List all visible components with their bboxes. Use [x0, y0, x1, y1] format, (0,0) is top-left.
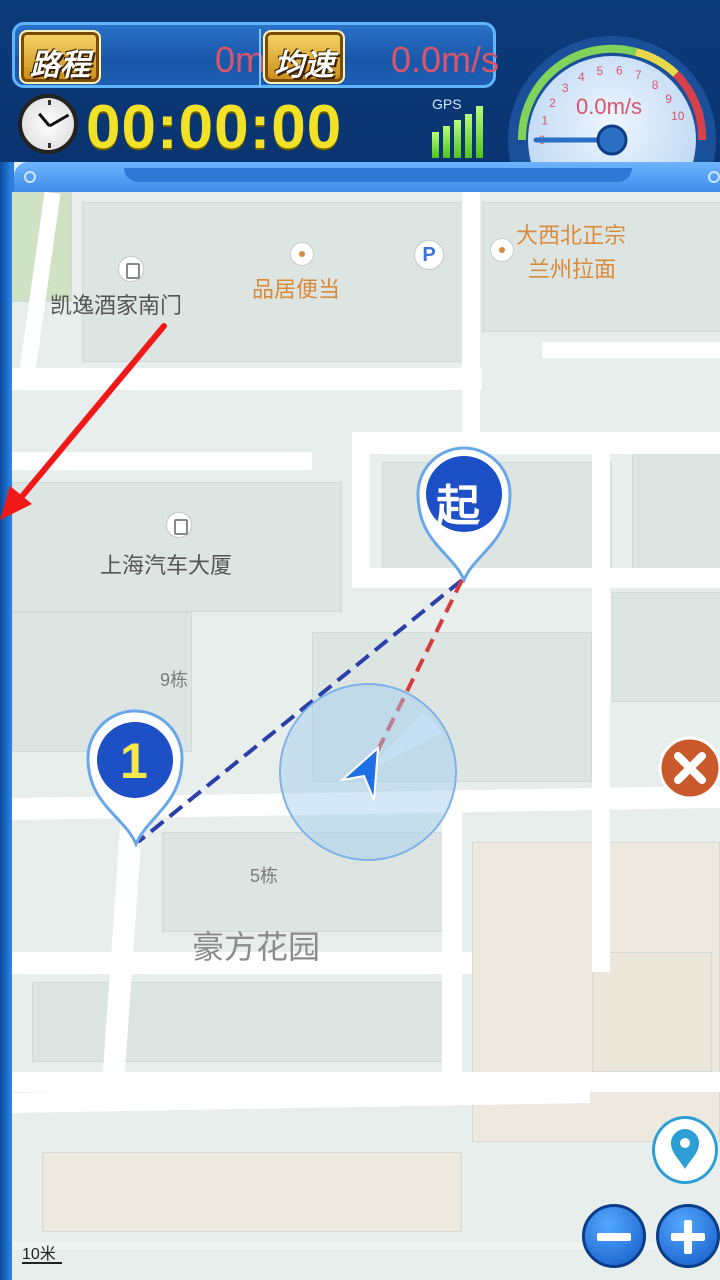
location-pin-icon [671, 1129, 699, 1169]
speedometer-tick-label: 10 [671, 109, 685, 123]
speedometer-tick-label: 1 [541, 114, 548, 128]
speedometer-tick-label: 2 [549, 96, 556, 110]
speedometer-readout: 0.0m/s [576, 94, 643, 119]
speedometer-tick-label: 3 [562, 81, 569, 95]
zoom-out-button[interactable] [582, 1204, 646, 1268]
close-button[interactable] [656, 732, 720, 804]
start-marker-label[interactable]: 起 [436, 470, 480, 534]
speed-label: 均速 [274, 48, 334, 83]
speed-badge: 均速 [263, 30, 345, 84]
zoom-in-button[interactable] [656, 1204, 720, 1268]
elapsed-timer: 00:00:00 [86, 93, 343, 162]
gps-signal-icon: GPS [430, 96, 486, 158]
plus-icon-vertical [684, 1220, 692, 1254]
map-scale-bar [22, 1262, 62, 1264]
distance-value: 0m [214, 39, 265, 80]
speedometer-tick-label: 8 [652, 78, 659, 92]
waypoint-marker-label[interactable]: 1 [120, 732, 148, 790]
speedometer-tick-label: 9 [665, 92, 672, 106]
speedometer-tick-label: 6 [616, 63, 623, 77]
distance-label: 路程 [30, 48, 90, 83]
speedometer: 012345678910 0.0m/s [506, 22, 718, 172]
close-icon [658, 736, 720, 800]
stats-divider [259, 29, 261, 87]
stats-bar: 路程 0m 均速 0.0m/s [12, 22, 499, 88]
frame-top-bar [14, 162, 720, 192]
dashboard: 路程 0m 均速 0.0m/s 00:00:00 GPS 1 2 3 4 5 6… [0, 0, 720, 172]
frame-rivet [24, 171, 36, 183]
speedometer-tick-label: 4 [578, 70, 585, 84]
locate-button[interactable] [652, 1116, 718, 1184]
speedometer-tick-label: 5 [596, 64, 603, 78]
average-speed-value: 0.0m/s [390, 39, 499, 80]
speedometer-tick-label: 7 [635, 68, 642, 82]
distance-badge: 路程 [19, 30, 101, 84]
frame-rivet [708, 171, 720, 183]
minus-icon [597, 1233, 631, 1241]
gps-label: GPS [432, 96, 462, 112]
map-scale-label: 10米 [22, 1246, 56, 1263]
clock-icon [18, 94, 78, 154]
map-view[interactable]: 凯逸酒家南门 品居便当 P 大西北正宗 兰州拉面 上海汽车大厦 9栋 5栋 豪方… [12, 192, 720, 1280]
frame-left-edge [0, 162, 12, 1280]
route-overlay [86, 446, 512, 861]
